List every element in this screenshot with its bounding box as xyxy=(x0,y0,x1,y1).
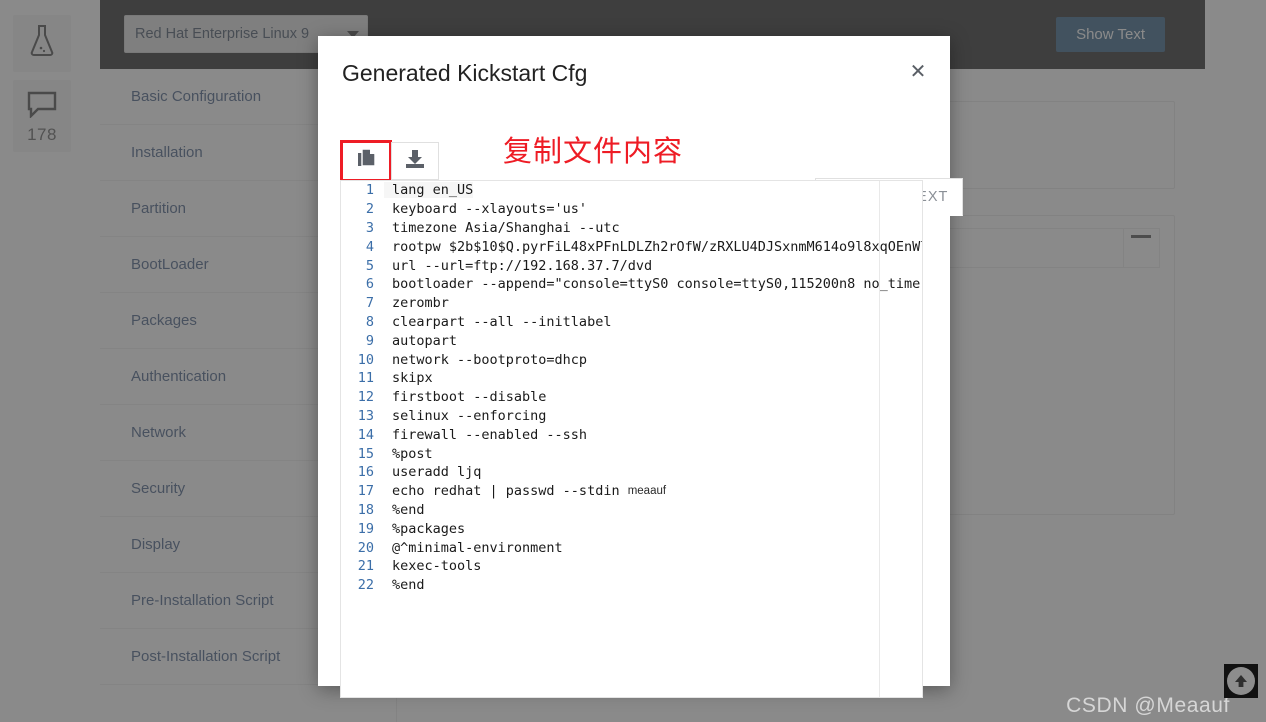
line-number: 5 xyxy=(365,257,374,274)
line-number: 16 xyxy=(357,464,374,481)
code-line: 2 keyboard --xlayouts='us' xyxy=(341,200,922,219)
code-scroll-area[interactable]: 1 lang en_US 2 keyboard --xlayouts='us' 3 t… xyxy=(341,181,922,697)
code-line: 1 lang en_US xyxy=(341,181,922,200)
line-number: 10 xyxy=(357,351,374,368)
code-line: 7 zerombr xyxy=(341,294,922,313)
line-number: 1 xyxy=(365,182,374,199)
line-number: 9 xyxy=(365,332,374,349)
line-number: 8 xyxy=(365,313,374,330)
copy-icon xyxy=(357,148,376,173)
code-line: 3 timezone Asia/Shanghai --utc xyxy=(341,219,922,238)
download-icon xyxy=(406,149,424,173)
line-number: 2 xyxy=(365,201,374,218)
modal-toolbar: 复制文件内容 </> PLAINTEXT xyxy=(340,106,964,216)
scroll-to-top-button[interactable] xyxy=(1224,664,1258,698)
code-line: 17 echo redhat | passwd --stdin meaauf xyxy=(341,482,922,501)
copy-button[interactable] xyxy=(340,140,392,182)
line-content: firewall --enabled --ssh xyxy=(392,426,588,443)
inline-watermark: meaauf xyxy=(627,485,667,498)
code-line: 13 selinux --enforcing xyxy=(341,407,922,426)
line-content: autopart xyxy=(392,332,458,349)
line-content: %end xyxy=(392,501,425,518)
line-number: 12 xyxy=(357,389,374,406)
code-line: 22 %end xyxy=(341,576,922,595)
arrow-up-icon xyxy=(1227,667,1255,695)
line-content: rootpw $2b$10$Q.pyrFiL48xPFnLDLZh2rOfW/z… xyxy=(392,238,922,255)
annotation-text: 复制文件内容 xyxy=(503,134,684,168)
line-content: bootloader --append="console=ttyS0 conso… xyxy=(392,276,922,293)
line-number: 6 xyxy=(365,276,374,293)
line-number: 19 xyxy=(357,520,374,537)
code-line: 4 rootpw $2b$10$Q.pyrFiL48xPFnLDLZh2rOfW/… xyxy=(341,237,922,256)
code-line: 8 clearpart --all --initlabel xyxy=(341,313,922,332)
generated-kickstart-modal: Generated Kickstart Cfg ✕ 复制文件内容 1 lang … xyxy=(318,36,964,698)
line-number: 21 xyxy=(357,558,374,575)
line-content: keyboard --xlayouts='us' xyxy=(392,201,588,218)
line-number: 20 xyxy=(357,539,374,556)
line-number: 14 xyxy=(357,426,374,443)
line-content: echo redhat | passwd --stdin xyxy=(392,483,628,500)
line-content: zerombr xyxy=(392,295,449,312)
code-line: 12 firstboot --disable xyxy=(341,388,922,407)
line-content: %packages xyxy=(392,520,466,537)
line-number: 3 xyxy=(365,219,374,236)
app-root: 178 Red Hat Enterprise Linux 9 Show Text… xyxy=(0,0,1266,722)
line-content: skipx xyxy=(392,370,433,387)
code-line: 5 url --url=ftp://192.168.37.7/dvd xyxy=(341,256,922,275)
line-number: 13 xyxy=(357,407,374,424)
code-line: 6 bootloader --append="console=ttyS0 cons… xyxy=(341,275,922,294)
code-line: 15 %post xyxy=(341,444,922,463)
code-line: 21 kexec-tools xyxy=(341,557,922,576)
code-line: 10 network --bootproto=dhcp xyxy=(341,350,922,369)
page-title: Generated Kickstart Cfg xyxy=(342,60,588,86)
code-viewer[interactable]: 1 lang en_US 2 keyboard --xlayouts='us' 3 t… xyxy=(340,180,923,698)
line-number: 4 xyxy=(365,238,374,255)
line-content: network --bootproto=dhcp xyxy=(392,351,588,368)
line-content: useradd ljq xyxy=(392,464,482,481)
line-content: kexec-tools xyxy=(392,558,482,575)
line-content: url --url=ftp://192.168.37.7/dvd xyxy=(392,257,653,274)
code-panel-rule xyxy=(879,181,880,697)
code-line: 19 %packages xyxy=(341,519,922,538)
line-content: firstboot --disable xyxy=(392,389,547,406)
close-icon[interactable]: ✕ xyxy=(902,56,934,88)
line-number: 11 xyxy=(357,370,374,387)
code-line: 20 @^minimal-environment xyxy=(341,538,922,557)
code-line: 14 firewall --enabled --ssh xyxy=(341,425,922,444)
line-content: %end xyxy=(392,577,425,594)
line-content: timezone Asia/Shanghai --utc xyxy=(392,219,620,236)
line-content: clearpart --all --initlabel xyxy=(392,313,612,330)
line-number: 7 xyxy=(365,295,374,312)
line-number: 22 xyxy=(357,577,374,594)
code-line: 9 autopart xyxy=(341,331,922,350)
line-content: @^minimal-environment xyxy=(392,539,563,556)
code-line: 16 useradd ljq xyxy=(341,463,922,482)
line-content: lang en_US xyxy=(384,182,474,199)
line-content: %post xyxy=(392,445,433,462)
code-line: 18 %end xyxy=(341,501,922,520)
line-content: selinux --enforcing xyxy=(392,407,547,424)
code-action-buttons xyxy=(340,140,439,182)
code-line: 11 skipx xyxy=(341,369,922,388)
line-number: 15 xyxy=(357,445,374,462)
line-number: 17 xyxy=(357,483,374,500)
line-number: 18 xyxy=(357,501,374,518)
download-button[interactable] xyxy=(391,142,439,180)
